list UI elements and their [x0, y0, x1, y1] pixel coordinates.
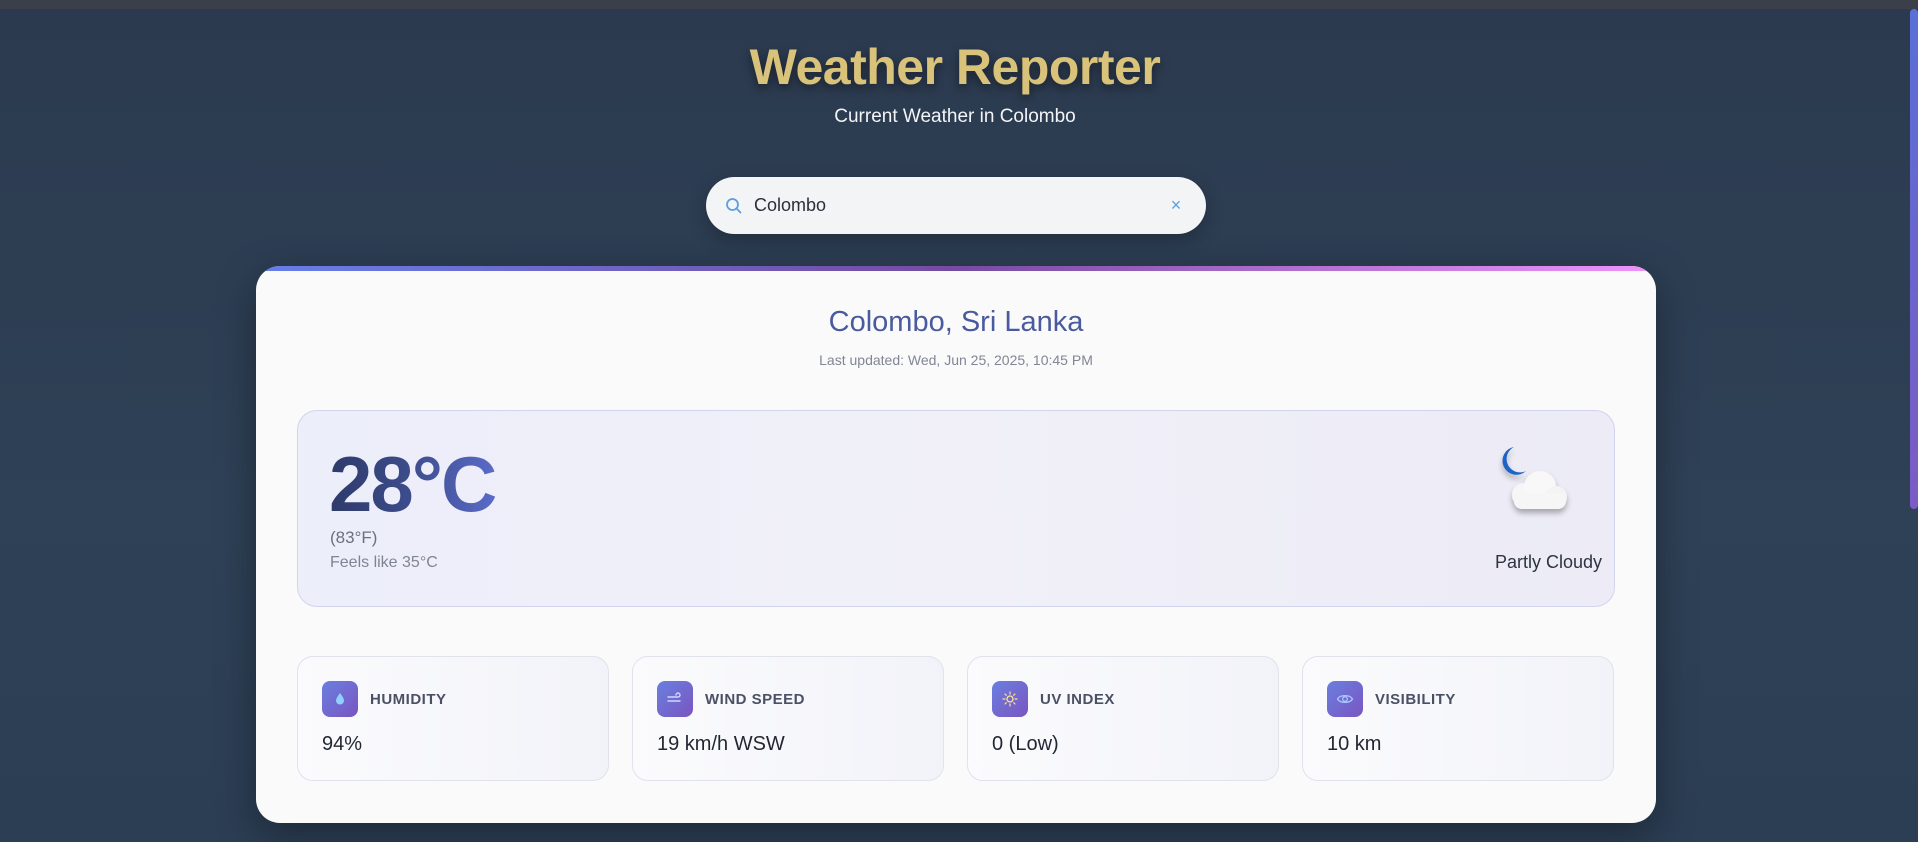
stat-value: 0 (Low)	[992, 733, 1059, 755]
stat-value: 94%	[322, 733, 363, 755]
stat-label: HUMIDITY	[370, 691, 447, 708]
condition-text: Partly Cloudy	[1494, 552, 1602, 572]
page-scrollbar-thumb[interactable]	[1910, 9, 1918, 509]
wind-icon	[657, 681, 693, 717]
search-icon	[724, 196, 744, 216]
card-accent-bar	[256, 266, 1656, 271]
location-name: Colombo, Sri Lanka	[828, 306, 1084, 338]
stat-card-humidity: HUMIDITY 94%	[297, 656, 609, 781]
temperature-fahrenheit: (83°F)	[330, 528, 378, 547]
stat-card-wind-speed: WIND SPEED 19 km/h WSW	[632, 656, 944, 781]
stat-card-visibility: VISIBILITY 10 km	[1302, 656, 1614, 781]
sun-icon	[992, 681, 1028, 717]
stat-label: WIND SPEED	[705, 691, 806, 708]
stat-value: 10 km	[1327, 733, 1382, 755]
app-title: Weather Reporter	[749, 39, 1161, 95]
search-bar[interactable]: ×	[706, 177, 1206, 234]
stat-label: VISIBILITY	[1375, 691, 1456, 708]
temperature-celsius: 28°C	[329, 440, 497, 528]
last-updated: Last updated: Wed, Jun 25, 2025, 10:45 P…	[819, 352, 1093, 368]
search-input[interactable]	[754, 187, 1134, 224]
stat-label: UV INDEX	[1040, 691, 1115, 708]
current-conditions-panel: 28°C (83°F) Feels like 35°C Partly Cloud…	[297, 410, 1615, 607]
weather-card: Colombo, Sri Lanka Last updated: Wed, Ju…	[256, 266, 1656, 823]
browser-top-bar	[0, 0, 1918, 9]
clear-search-icon[interactable]: ×	[1164, 193, 1188, 217]
eye-icon	[1327, 681, 1363, 717]
stat-card-uv-index: UV INDEX 0 (Low)	[967, 656, 1279, 781]
droplet-icon	[322, 681, 358, 717]
app-subtitle: Current Weather in Colombo	[834, 106, 1076, 127]
feels-like: Feels like 35°C	[330, 554, 438, 571]
moon-cloud-icon	[1486, 443, 1574, 523]
stat-value: 19 km/h WSW	[657, 733, 785, 755]
